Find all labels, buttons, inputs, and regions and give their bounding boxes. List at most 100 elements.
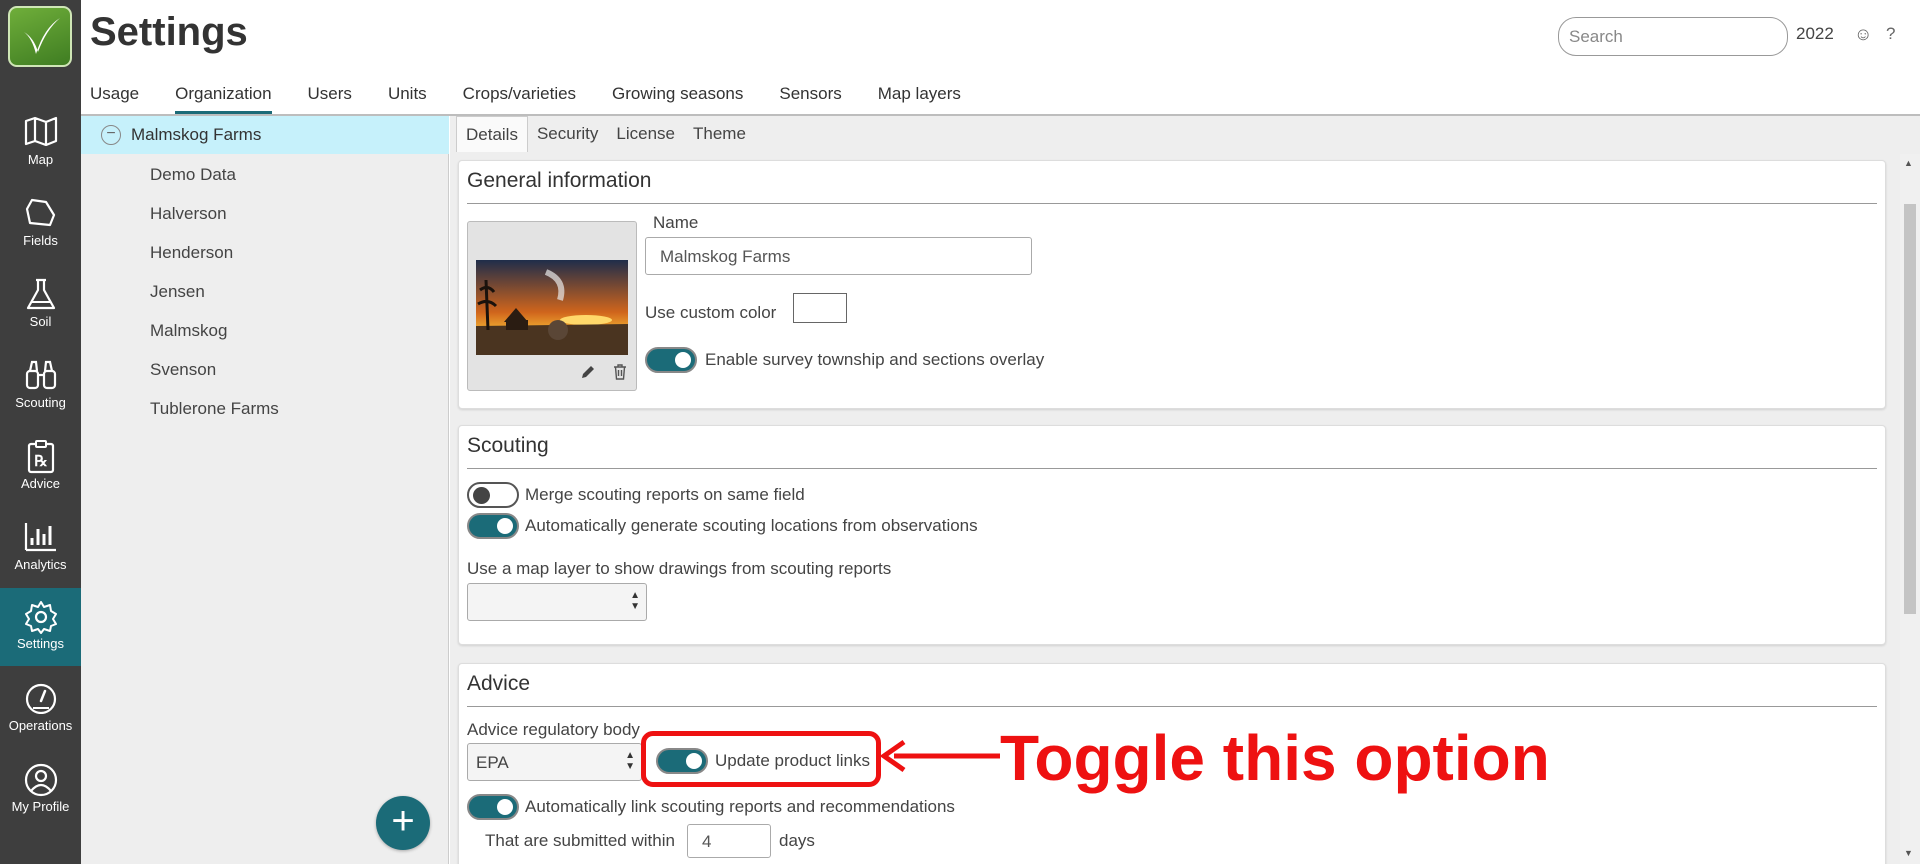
tree-item[interactable]: Jensen [150, 282, 205, 302]
organization-logo-box [467, 221, 637, 391]
tree-item[interactable]: Demo Data [150, 165, 236, 185]
days-label: days [779, 831, 815, 850]
tree-item[interactable]: Halverson [150, 204, 227, 224]
regulatory-body-label: Advice regulatory body [467, 720, 640, 739]
tab-sensors[interactable]: Sensors [779, 84, 841, 114]
gauge-icon [25, 683, 57, 714]
map-icon [24, 116, 58, 146]
search-input[interactable] [1558, 17, 1788, 56]
organization-subtabs: Details Security License Theme [456, 116, 755, 154]
bar-chart-icon [24, 523, 56, 552]
prescription-icon: ℞ [27, 440, 55, 474]
organization-tree: − Malmskog Farms Demo Data Halverson Hen… [81, 116, 449, 864]
map-layer-select[interactable]: ▲ ▼ [467, 583, 647, 621]
nav-label-my-profile: My Profile [11, 799, 70, 814]
nav-item-scouting[interactable]: Scouting [0, 347, 81, 425]
survey-overlay-toggle[interactable] [645, 347, 697, 373]
fields-icon [25, 198, 56, 227]
nav-item-my-profile[interactable]: My Profile [0, 751, 81, 829]
help-icon[interactable]: ? [1886, 24, 1895, 44]
delete-logo-icon[interactable] [613, 364, 627, 380]
nav-item-soil[interactable]: Soil [0, 266, 81, 344]
tab-map-layers[interactable]: Map layers [878, 84, 961, 114]
nav-label-settings: Settings [17, 636, 64, 651]
tree-item[interactable]: Tublerone Farms [150, 399, 279, 419]
add-organization-button[interactable]: + [376, 796, 430, 850]
tab-units[interactable]: Units [388, 84, 427, 114]
collapse-icon[interactable]: − [101, 125, 121, 145]
tab-growing-seasons[interactable]: Growing seasons [612, 84, 743, 114]
season-year[interactable]: 2022 [1796, 24, 1834, 44]
content-scrollbar[interactable]: ▲ ▼ [1900, 154, 1920, 864]
tab-license[interactable]: License [607, 116, 684, 152]
submitted-days-field[interactable]: 4 [687, 824, 771, 858]
section-divider [467, 706, 1877, 707]
tab-users[interactable]: Users [308, 84, 352, 114]
page-title: Settings [90, 10, 248, 54]
toggle-knob [675, 352, 691, 368]
tree-root-label: Malmskog Farms [131, 125, 262, 144]
nav-label-analytics: Analytics [14, 557, 67, 572]
annotation-arrow-icon [880, 739, 1000, 773]
nav-item-map[interactable]: Map [0, 104, 81, 182]
tree-item[interactable]: Svenson [150, 360, 216, 380]
toggle-knob [497, 518, 513, 534]
map-layer-label: Use a map layer to show drawings from sc… [467, 559, 892, 578]
tab-theme[interactable]: Theme [684, 116, 755, 152]
custom-color-swatch[interactable] [793, 293, 847, 323]
nav-label-operations: Operations [8, 718, 73, 733]
tree-item[interactable]: Malmskog [150, 321, 227, 341]
nav-label-map: Map [27, 152, 54, 167]
auto-scouting-locations-toggle[interactable] [467, 513, 519, 539]
section-divider [467, 203, 1877, 204]
toggle-knob [473, 487, 490, 504]
merge-scouting-toggle[interactable] [467, 482, 519, 508]
general-information-title: General information [467, 169, 652, 192]
leaf-logo-icon [24, 18, 60, 54]
toggle-knob [497, 799, 513, 815]
tab-organization[interactable]: Organization [175, 84, 272, 114]
tab-details[interactable]: Details [456, 116, 528, 152]
svg-text:℞: ℞ [34, 453, 47, 470]
organization-name-field[interactable]: Malmskog Farms [645, 237, 1032, 275]
select-arrows-icon: ▲ ▼ [630, 590, 640, 612]
tab-usage[interactable]: Usage [90, 84, 139, 114]
tab-security[interactable]: Security [528, 116, 607, 152]
annotation-text: Toggle this option [1000, 722, 1550, 794]
edit-logo-icon[interactable] [580, 364, 596, 380]
nav-label-advice: Advice [20, 476, 61, 491]
gear-icon [25, 601, 57, 634]
submitted-within-label: That are submitted within [485, 831, 675, 850]
nav-item-operations[interactable]: Operations [0, 670, 81, 748]
scroll-up-icon[interactable]: ▲ [1904, 158, 1913, 168]
nav-label-soil: Soil [29, 314, 52, 329]
tree-item[interactable]: Henderson [150, 243, 233, 263]
feedback-smiley-icon[interactable]: ☺ [1854, 24, 1872, 45]
auto-scouting-locations-label: Automatically generate scouting location… [525, 516, 978, 535]
nav-label-fields: Fields [23, 233, 58, 248]
nav-item-advice[interactable]: ℞ Advice [0, 428, 81, 506]
settings-tabs: Usage Organization Users Units Crops/var… [90, 84, 997, 114]
scrollbar-thumb[interactable] [1904, 204, 1916, 614]
nav-item-settings[interactable]: Settings [0, 588, 81, 666]
nav-item-fields[interactable]: Fields [0, 185, 81, 263]
scroll-down-icon[interactable]: ▼ [1904, 848, 1913, 858]
binoculars-icon [25, 360, 57, 390]
scouting-title: Scouting [467, 434, 549, 457]
tree-root-item[interactable]: − Malmskog Farms [81, 116, 449, 154]
scouting-card: Scouting Merge scouting reports on same … [458, 425, 1886, 645]
auto-link-reports-label: Automatically link scouting reports and … [525, 797, 955, 816]
general-information-card: General information Name Malmskog Farms … [458, 160, 1886, 409]
annotation-highlight-box [641, 731, 881, 787]
tab-crops-varieties[interactable]: Crops/varieties [463, 84, 576, 114]
merge-scouting-label: Merge scouting reports on same field [525, 485, 805, 504]
nav-item-analytics[interactable]: Analytics [0, 509, 81, 587]
section-divider [467, 468, 1877, 469]
regulatory-body-value: EPA [476, 753, 509, 772]
flask-icon [26, 278, 56, 310]
nav-label-scouting: Scouting [15, 395, 66, 410]
regulatory-body-select[interactable]: EPA ▲ ▼ [467, 743, 642, 781]
auto-link-reports-toggle[interactable] [467, 794, 519, 820]
app-logo[interactable] [8, 6, 72, 67]
advice-title: Advice [467, 672, 531, 695]
